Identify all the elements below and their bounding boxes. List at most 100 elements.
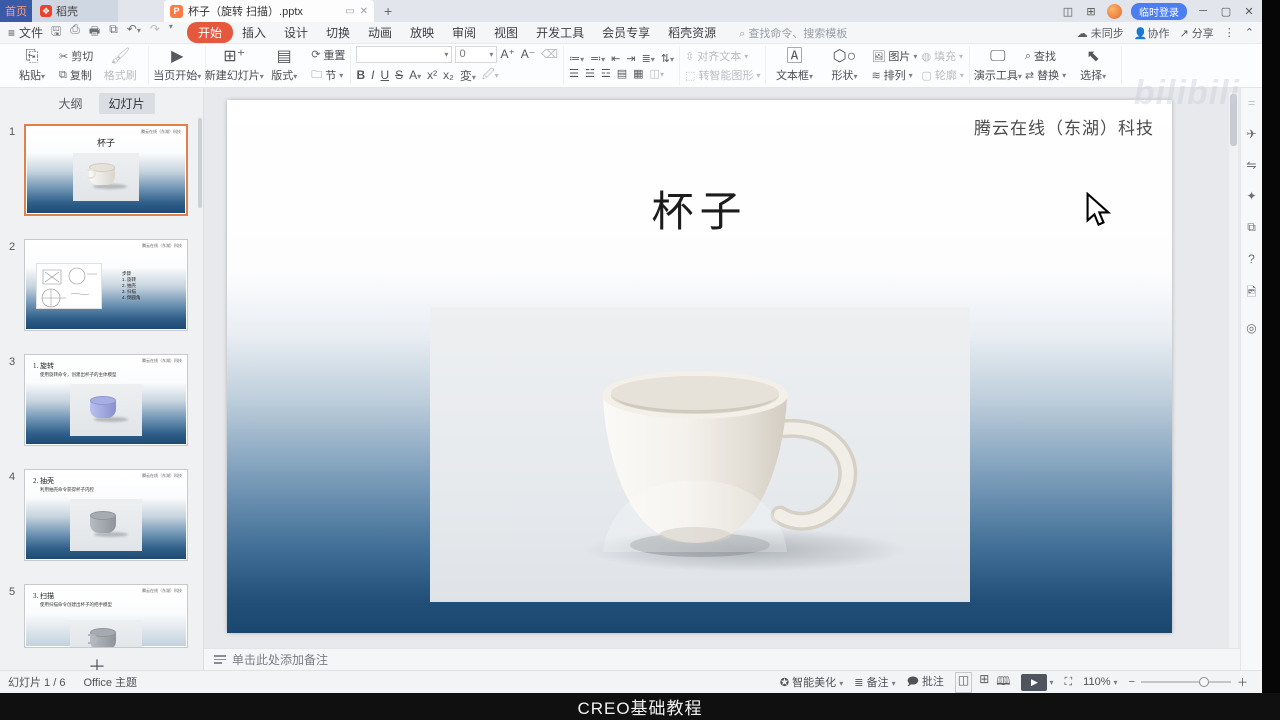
clear-format-icon[interactable]: ⌫ (541, 47, 558, 61)
decrease-indent-button[interactable]: ⇤ (611, 52, 620, 65)
line-spacing-button[interactable]: ≣▾ (642, 52, 655, 65)
quickbar-more-icon[interactable]: ▾ (169, 22, 173, 43)
sorter-view-icon[interactable]: ⊞ (979, 672, 989, 693)
position-icon[interactable]: ◎ (1246, 321, 1256, 335)
slides-tab[interactable]: 幻灯片 (98, 93, 155, 114)
underline-button[interactable]: U (380, 68, 389, 82)
help-icon[interactable]: ? (1248, 252, 1255, 266)
outline-tab[interactable]: 大纲 (48, 93, 92, 114)
normal-view-icon[interactable]: ◫ (954, 671, 973, 693)
save-icon[interactable]: 🖫 (51, 22, 61, 43)
layout-button[interactable]: ▤ 版式▾ (261, 48, 307, 83)
outline-button[interactable]: ▢ 轮廓 ▾ (921, 67, 963, 83)
select-button[interactable]: ⬉ 选择▾ (1070, 48, 1116, 83)
align-right-button[interactable]: ☲ (601, 67, 611, 80)
cup-image[interactable] (430, 307, 970, 602)
paste-button[interactable]: ⎘ 粘贴▾ (9, 48, 55, 83)
superscript-button[interactable]: x² (427, 68, 437, 82)
find-button[interactable]: ⌕ 查找 (1025, 48, 1066, 64)
document-tab[interactable]: P 杯子（旋转 扫描）.pptx ▭ ✕ (164, 0, 374, 22)
collab-button[interactable]: 👤协作 (1134, 25, 1170, 41)
new-tab-button[interactable]: + (384, 3, 392, 19)
selection-pane-icon[interactable]: ⧉ (1247, 220, 1256, 235)
beautify-panel-icon[interactable]: ✦ (1246, 189, 1256, 203)
font-size-select[interactable]: 0 ▾ (455, 45, 498, 63)
tab-design[interactable]: 设计 (275, 22, 317, 43)
text-box-button[interactable]: 🄰 文本框▾ (771, 48, 817, 83)
present-tools-button[interactable]: 🖵 演示工具▾ (974, 48, 1022, 83)
shapes-button[interactable]: ⬡○ 形状▾ (821, 48, 867, 83)
canvas-scrollbar[interactable] (1229, 92, 1238, 648)
print-preview-icon[interactable]: ⧉ (109, 22, 118, 43)
fill-button[interactable]: ◍ 填充 ▾ (921, 48, 963, 64)
smart-graphic-button[interactable]: ⬚ 转智能图形 ▾ (685, 67, 760, 83)
slide-3-thumbnail[interactable]: 腾云在线（东湖）科技 1. 旋转 使用旋转命令，创建出杯子的主体模型 (24, 354, 188, 446)
tab-view[interactable]: 视图 (485, 22, 527, 43)
tab-review[interactable]: 审阅 (443, 22, 485, 43)
window-layout-icon[interactable]: ◫ (1061, 5, 1075, 18)
slide-1-thumbnail[interactable]: 腾云在线（东湖）科技 杯子 (24, 124, 188, 216)
zoom-level[interactable]: 110% ▾ (1083, 676, 1117, 688)
notes-bar[interactable]: 单击此处添加备注 (204, 648, 1240, 670)
play-from-current-button[interactable]: ▶ 当页开始▾ (153, 48, 201, 83)
slide-title-text[interactable]: 杯子 (227, 178, 1172, 239)
section-button[interactable]: 🗀 节 ▾ (311, 66, 345, 85)
panel-handle-icon[interactable]: = (1248, 96, 1255, 110)
apps-grid-icon[interactable]: ⊞ (1084, 5, 1098, 18)
italic-button[interactable]: I (371, 68, 374, 82)
tab-docer-resources[interactable]: 稻壳资源 (659, 22, 725, 43)
align-text-button[interactable]: ⇳ 对齐文本 ▾ (685, 48, 760, 64)
sync-status[interactable]: ☁ 未同步 (1077, 25, 1124, 41)
undo-icon[interactable]: ↶▾ (127, 22, 141, 43)
tab-member[interactable]: 会员专享 (593, 22, 659, 43)
tab-devtools[interactable]: 开发工具 (527, 22, 593, 43)
tab-animation[interactable]: 动画 (359, 22, 401, 43)
comment-button[interactable]: 🗩 批注 (907, 673, 944, 692)
font-name-select[interactable]: ▾ (356, 45, 453, 63)
slide-2-thumbnail[interactable]: 腾云在线（东湖）科技 步骤 1. 旋转 2. 抽壳 3. 扫描 4. 倒圆角 (24, 239, 188, 331)
zoom-out-icon[interactable]: − (1129, 676, 1135, 688)
quick-tools-icon[interactable]: ✈ (1246, 127, 1256, 141)
tab-insert[interactable]: 插入 (233, 22, 275, 43)
zoom-slider[interactable] (1141, 677, 1231, 687)
image-tools-icon[interactable]: 🖻 (1247, 283, 1257, 304)
align-center-button[interactable]: ☱ (585, 67, 595, 80)
reset-button[interactable]: ⟳ 重置 (311, 47, 345, 63)
print-icon[interactable]: 🖶 (89, 22, 100, 43)
minimize-icon[interactable]: ─ (1196, 5, 1210, 17)
notes-toggle-button[interactable]: ≣ 备注 ▾ (854, 674, 895, 690)
tab-transition[interactable]: 切换 (317, 22, 359, 43)
add-slide-button[interactable]: ＋ (88, 653, 106, 670)
increase-font-icon[interactable]: A⁺ (500, 47, 514, 61)
format-painter-button[interactable]: 🖌 格式刷 (97, 48, 143, 83)
panel-scrollbar[interactable] (198, 118, 202, 208)
distribute-button[interactable]: ▦ (633, 67, 643, 80)
justify-button[interactable]: ▤ (617, 67, 627, 80)
replace-button[interactable]: ⇄ 替换 ▾ (1025, 67, 1066, 83)
zoom-in-icon[interactable]: ＋ (1237, 674, 1248, 690)
redo-icon[interactable]: ↷ (150, 22, 160, 43)
file-menu[interactable]: ≡ 文件 (0, 24, 51, 41)
tab-slideshow[interactable]: 放映 (401, 22, 443, 43)
bold-button[interactable]: B (356, 68, 365, 82)
text-tool-button[interactable]: 変▾ (460, 67, 476, 84)
increase-indent-button[interactable]: ⇥ (626, 52, 635, 65)
decrease-font-icon[interactable]: A⁻ (521, 47, 535, 61)
restore-icon[interactable]: ▢ (1219, 5, 1233, 18)
temp-login-badge[interactable]: 临时登录 (1131, 2, 1187, 20)
strikethrough-button[interactable]: S (395, 68, 403, 82)
home-tab[interactable]: 首页 (0, 0, 32, 22)
theme-name[interactable]: Office 主题 (83, 674, 137, 690)
cut-button[interactable]: ✂ 剪切 (59, 48, 93, 64)
fit-window-icon[interactable]: ⛶ (1064, 676, 1072, 689)
reading-view-icon[interactable]: 🕮 (996, 672, 1010, 693)
copy-button[interactable]: ⧉ 复制 (59, 67, 93, 83)
slide-header-text[interactable]: 腾云在线（东湖）科技 (974, 114, 1154, 139)
close-tab-icon[interactable]: ✕ (360, 6, 368, 17)
numbering-button[interactable]: ≕▾ (590, 52, 605, 65)
preview-icon[interactable]: ▭ (345, 6, 354, 17)
picture-button[interactable]: 🖼 图片 ▾ (871, 48, 917, 64)
subscript-button[interactable]: x₂ (443, 68, 454, 82)
slide-4-thumbnail[interactable]: 腾云在线（东湖）科技 2. 抽壳 利用抽壳命令获得杯子内腔 (24, 469, 188, 561)
avatar[interactable] (1107, 3, 1122, 19)
